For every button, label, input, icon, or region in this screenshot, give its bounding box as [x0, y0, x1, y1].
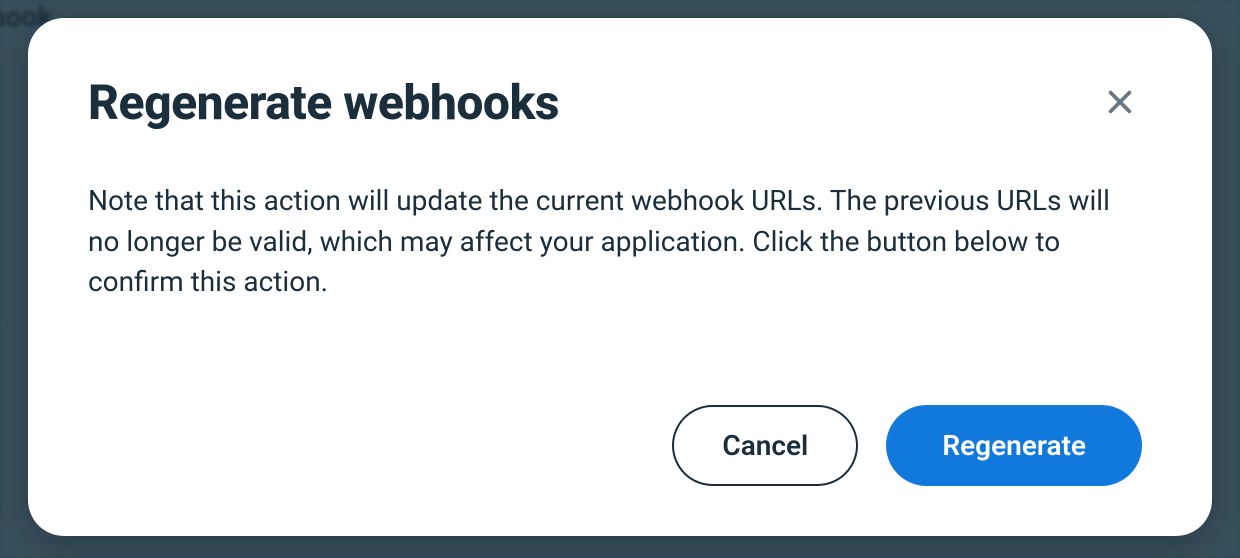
regenerate-webhooks-modal: Regenerate webhooks Note that this actio… — [28, 18, 1212, 536]
cancel-button[interactable]: Cancel — [672, 405, 858, 486]
modal-title: Regenerate webhooks — [88, 74, 559, 131]
modal-footer: Cancel Regenerate — [88, 405, 1142, 486]
close-icon — [1104, 86, 1136, 118]
modal-body-text: Note that this action will update the cu… — [88, 181, 1142, 365]
modal-header: Regenerate webhooks — [88, 74, 1142, 131]
regenerate-button[interactable]: Regenerate — [886, 405, 1142, 486]
close-button[interactable] — [1098, 80, 1142, 124]
